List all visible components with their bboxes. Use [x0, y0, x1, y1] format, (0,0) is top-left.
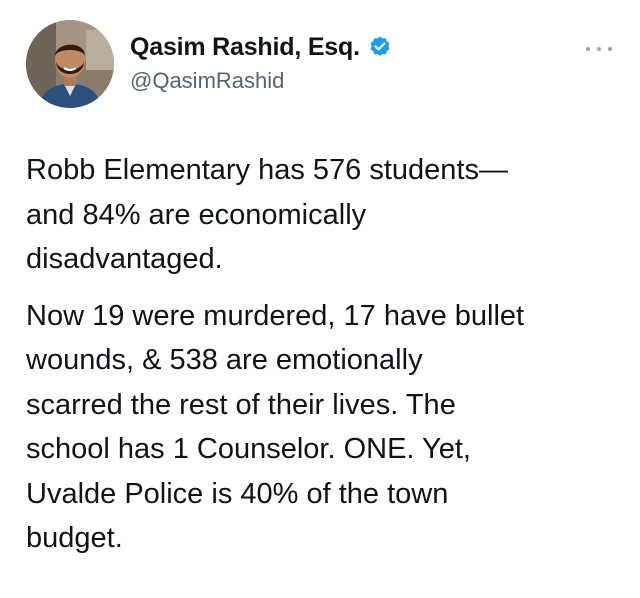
- tweet-paragraph-1: Robb Elementary has 576 students— and 84…: [26, 154, 508, 275]
- author-handle[interactable]: @QasimRashid: [130, 68, 392, 94]
- author-names: Qasim Rashid, Esq. @QasimRashid: [130, 30, 392, 94]
- verified-badge-icon: [368, 35, 392, 59]
- tweet-paragraph-2: Now 19 were murdered, 17 have bullet wou…: [26, 299, 525, 555]
- avatar[interactable]: [26, 20, 114, 108]
- display-name-row: Qasim Rashid, Esq.: [130, 30, 392, 64]
- profile-photo-icon: [26, 20, 114, 108]
- tweet-card: Qasim Rashid, Esq. @QasimRashid Robb Ele…: [0, 0, 640, 598]
- tweet-header: Qasim Rashid, Esq. @QasimRashid: [26, 20, 616, 110]
- tweet-text: Robb Elementary has 576 students— and 84…: [26, 148, 622, 561]
- ellipsis-icon[interactable]: [586, 44, 612, 54]
- author-display-name[interactable]: Qasim Rashid, Esq.: [130, 33, 360, 62]
- dot: [597, 47, 601, 51]
- dot: [586, 47, 590, 51]
- dot: [608, 47, 612, 51]
